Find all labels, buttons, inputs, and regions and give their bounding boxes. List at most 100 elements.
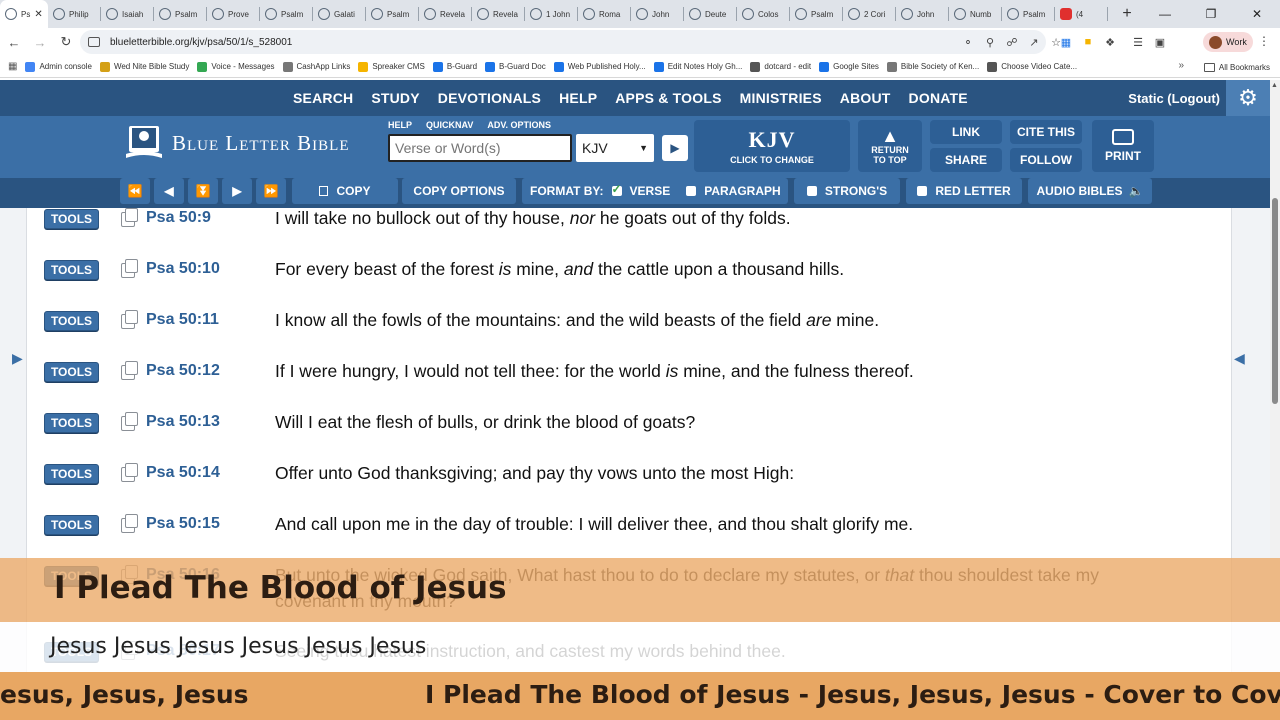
url-field[interactable]: blueletterbible.org/kjv/psa/50/1/s_52800… xyxy=(80,30,1046,54)
reload-icon[interactable]: ↻ xyxy=(54,30,78,54)
nav-item-search[interactable]: SEARCH xyxy=(284,90,362,106)
back-icon[interactable]: ← xyxy=(2,30,26,54)
key-icon[interactable]: ⚬ xyxy=(958,32,978,52)
right-panel-toggle-icon[interactable]: ◀ xyxy=(1234,350,1245,367)
bookmark-item[interactable]: Google Sites xyxy=(819,61,879,72)
bookmark-item[interactable]: CashApp Links xyxy=(282,61,350,72)
restore-icon[interactable]: ❐ xyxy=(1188,0,1234,28)
verse-reference[interactable]: Psa 50:15 xyxy=(146,515,220,533)
browser-tab[interactable]: (4 xyxy=(1055,0,1107,28)
bookmark-item[interactable]: Choose Video Cate... xyxy=(987,61,1077,72)
bookmark-item[interactable]: Web Published Holy... xyxy=(553,61,646,72)
apps-grid-icon[interactable]: ▦ xyxy=(8,61,17,72)
more-bookmarks-icon[interactable]: » xyxy=(1178,60,1184,71)
search-input[interactable] xyxy=(388,134,572,162)
red-letter-toggle[interactable]: RED LETTER xyxy=(906,178,1022,204)
last-chapter-icon[interactable]: ⏩ xyxy=(256,178,286,204)
close-tab-icon[interactable]: ✕ xyxy=(34,9,42,20)
copy-icon[interactable] xyxy=(121,259,138,278)
bookmark-item[interactable]: Spreaker CMS xyxy=(358,61,425,72)
search-link-quicknav[interactable]: QUICKNAV xyxy=(426,120,473,130)
scroll-up-icon[interactable]: ▲ xyxy=(1271,82,1278,89)
nav-item-about[interactable]: ABOUT xyxy=(831,90,900,106)
cite-this-button[interactable]: CITE THIS xyxy=(1010,120,1082,144)
user-status[interactable]: Static (Logout) xyxy=(1128,80,1220,116)
search-link-help[interactable]: HELP xyxy=(388,120,412,130)
tools-button[interactable]: TOOLS xyxy=(44,515,99,535)
bookmark-item[interactable]: Edit Notes Holy Gh... xyxy=(653,61,742,72)
tools-button[interactable]: TOOLS xyxy=(44,311,99,331)
browser-tab[interactable]: Galati xyxy=(313,0,365,28)
all-bookmarks[interactable]: All Bookmarks xyxy=(1203,56,1270,78)
verse-reference[interactable]: Psa 50:13 xyxy=(146,413,220,431)
profile-chip[interactable]: Work xyxy=(1203,32,1253,52)
extensions-puzzle-icon[interactable]: ❖ xyxy=(1100,32,1120,52)
verse-reference[interactable]: Psa 50:10 xyxy=(146,260,220,278)
return-to-top-button[interactable]: ▲ RETURN TO TOP xyxy=(858,120,922,172)
chapter-down-icon[interactable]: ⏬ xyxy=(188,178,218,204)
version-select[interactable]: KJV ▼ xyxy=(576,134,654,162)
bookmark-item[interactable]: B-Guard xyxy=(432,61,477,72)
next-icon[interactable]: ▶ xyxy=(222,178,252,204)
go-button[interactable]: ▶ xyxy=(662,135,688,161)
nav-item-apps-tools[interactable]: APPS & TOOLS xyxy=(606,90,730,106)
browser-tab[interactable]: John xyxy=(631,0,683,28)
site-logo[interactable]: Blue Letter Bible xyxy=(124,124,349,162)
browser-tab[interactable]: John xyxy=(896,0,948,28)
print-button[interactable]: PRINT xyxy=(1092,120,1154,172)
browser-tab[interactable]: Ps ✕ xyxy=(0,0,48,28)
close-window-icon[interactable]: ✕ xyxy=(1234,0,1280,28)
browser-tab[interactable]: Psalm xyxy=(154,0,206,28)
translate-icon[interactable]: ▦ xyxy=(1056,32,1076,52)
browser-tab[interactable]: Psalm xyxy=(366,0,418,28)
tools-button[interactable]: TOOLS xyxy=(44,209,99,229)
bookmark-item[interactable]: Bible Society of Ken... xyxy=(886,61,979,72)
nav-item-ministries[interactable]: MINISTRIES xyxy=(731,90,831,106)
follow-button[interactable]: FOLLOW xyxy=(1010,148,1082,172)
bookmark-item[interactable]: Wed Nite Bible Study xyxy=(99,61,189,72)
tools-button[interactable]: TOOLS xyxy=(44,362,99,382)
site-info-icon[interactable] xyxy=(88,37,100,47)
browser-tab[interactable]: Prove xyxy=(207,0,259,28)
minimize-icon[interactable]: — xyxy=(1142,0,1188,28)
browser-tab[interactable]: Roma xyxy=(578,0,630,28)
scrollbar-thumb[interactable] xyxy=(1272,198,1278,404)
version-change-button[interactable]: KJV CLICK TO CHANGE xyxy=(694,120,850,172)
copy-icon[interactable] xyxy=(121,310,138,329)
search-link-adv-options[interactable]: ADV. OPTIONS xyxy=(487,120,551,130)
browser-tab[interactable]: Psalm xyxy=(790,0,842,28)
verse-reference[interactable]: Psa 50:11 xyxy=(146,311,219,329)
nav-item-donate[interactable]: DONATE xyxy=(900,90,977,106)
copy-button[interactable]: COPY xyxy=(292,178,398,204)
install-icon[interactable]: ☍ xyxy=(1002,32,1022,52)
left-panel-toggle-icon[interactable]: ▶ xyxy=(12,350,23,367)
verse-reference[interactable]: Psa 50:14 xyxy=(146,464,220,482)
bookmark-item[interactable]: Voice - Messages xyxy=(197,61,275,72)
tools-button[interactable]: TOOLS xyxy=(44,413,99,433)
first-chapter-icon[interactable]: ⏪ xyxy=(120,178,150,204)
copy-icon[interactable] xyxy=(121,412,138,431)
link-button[interactable]: LINK xyxy=(930,120,1002,144)
audio-bibles-button[interactable]: AUDIO BIBLES 🔈 xyxy=(1028,178,1152,204)
copy-icon[interactable] xyxy=(121,514,138,533)
new-tab-button[interactable]: + xyxy=(1116,5,1138,23)
verse-reference[interactable]: Psa 50:12 xyxy=(146,362,220,380)
share-icon[interactable]: ↗ xyxy=(1024,32,1044,52)
previous-icon[interactable]: ◀ xyxy=(154,178,184,204)
tools-button[interactable]: TOOLS xyxy=(44,464,99,484)
bookmark-item[interactable]: dotcard - edit xyxy=(750,61,811,72)
verse-checkbox[interactable] xyxy=(611,182,622,196)
strongs-toggle[interactable]: STRONG'S xyxy=(794,178,900,204)
browser-tab[interactable]: 1 John xyxy=(525,0,577,28)
copy-options-button[interactable]: COPY OPTIONS xyxy=(402,178,516,204)
verse-reference[interactable]: Psa 50:9 xyxy=(146,209,211,227)
browser-tab[interactable]: Revela xyxy=(419,0,471,28)
browser-tab[interactable]: Isaiah xyxy=(101,0,153,28)
browser-tab[interactable]: Philip xyxy=(48,0,100,28)
strongs-checkbox[interactable] xyxy=(806,186,817,196)
browser-tab[interactable]: Psalm xyxy=(1002,0,1054,28)
copy-icon[interactable] xyxy=(121,463,138,482)
forward-icon[interactable]: → xyxy=(28,30,52,54)
copy-icon[interactable] xyxy=(121,208,138,227)
browser-tab[interactable]: Revela xyxy=(472,0,524,28)
